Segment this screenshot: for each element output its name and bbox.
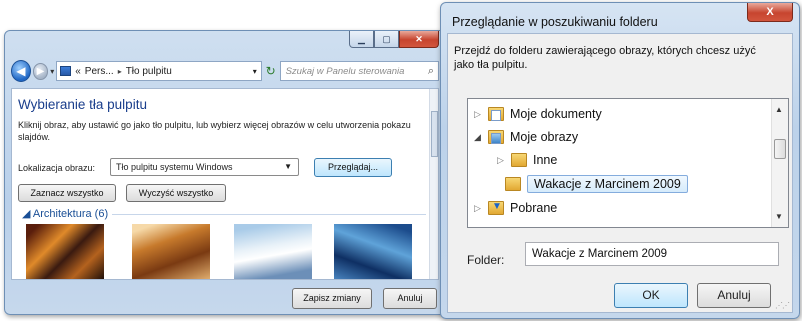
navigation-toolbar: ◀ ▶ ▾ « Pers... ▸ Tło pulpitu ▾ ↻ Szukaj… [11,59,440,83]
back-button[interactable]: ◀ [11,60,31,82]
tree-item-label: Moje obrazy [510,130,579,144]
resize-grip-icon[interactable]: ⋰⋰ [775,301,790,310]
wallpaper-thumbnail[interactable] [132,224,210,279]
save-changes-button[interactable]: Zapisz zmiany [292,288,372,309]
chevron-down-icon: ▼ [284,162,292,171]
page-title: Wybieranie tła pulpitu [18,97,147,112]
breadcrumb-personalization[interactable]: Pers... [85,66,114,77]
search-icon[interactable]: ⌕ [428,65,434,78]
tree-item-label: Pobrane [510,201,558,215]
dialog-cancel-button[interactable]: Anuluj [697,283,771,308]
location-value: Tło pulpitu systemu Windows [116,162,233,172]
collapse-icon[interactable]: ◢ [474,132,486,143]
scroll-down-icon[interactable]: ▼ [775,212,783,221]
recent-pages-dropdown[interactable]: ▾ [50,67,54,76]
location-label: Lokalizacja obrazu: [18,163,96,173]
folder-icon [511,153,527,167]
caption-buttons: ▁ ▢ ✕ [349,31,439,48]
control-panel-icon [60,66,72,76]
page-description: Kliknij obraz, aby ustawić go jako tło p… [18,120,411,142]
group-divider [112,214,426,215]
scroll-up-icon[interactable]: ▲ [775,105,783,114]
tree-scrollbar[interactable]: ▲ ▼ [771,99,788,227]
dialog-body: Przejdź do folderu zawierającego obrazy,… [447,33,793,313]
content-scrollbar[interactable] [429,89,438,279]
wallpaper-thumbnail[interactable] [234,224,312,279]
minimize-button[interactable]: ▁ [349,31,374,48]
cancel-button[interactable]: Anuluj [383,288,437,309]
folder-icon [505,177,521,191]
search-input[interactable]: Szukaj w Panelu sterowania ⌕ [279,61,440,81]
dialog-close-button[interactable]: X [747,3,793,22]
tree-item-documents[interactable]: ▷ Moje dokumenty [474,103,602,125]
clear-all-button[interactable]: Wyczyść wszystko [126,184,226,202]
forward-button[interactable]: ▶ [32,62,49,80]
search-placeholder: Szukaj w Panelu sterowania [285,65,405,77]
dialog-description: Przejdź do folderu zawierającego obrazy,… [454,45,756,71]
dialog-title: Przeglądanie w poszukiwaniu folderu [452,15,658,29]
location-select[interactable]: Tło pulpitu systemu Windows ▼ [110,158,299,176]
tree-item-label: Moje dokumenty [510,107,602,121]
tree-item-label: Inne [533,153,558,167]
folder-input[interactable]: Wakacje z Marcinem 2009 [525,242,779,266]
group-heading[interactable]: ◢ Architektura (6) [22,207,108,220]
content-pane: Wybieranie tła pulpitu Kliknij obraz, ab… [11,88,439,280]
expand-icon[interactable]: ▷ [497,155,509,166]
documents-folder-icon [488,107,504,121]
group-heading-label: Architektura (6) [32,208,109,220]
ok-button[interactable]: OK [614,283,688,308]
tree-item-downloads[interactable]: ▷ Pobrane [474,197,557,219]
tree-item-vacation[interactable]: Wakacje z Marcinem 2009 [503,173,688,195]
wallpaper-thumbnail[interactable] [334,224,412,279]
tree-item-label: Wakacje z Marcinem 2009 [527,175,688,193]
select-all-button[interactable]: Zaznacz wszystko [18,184,116,202]
address-bar[interactable]: « Pers... ▸ Tło pulpitu ▾ [56,61,262,81]
tree-item-other[interactable]: ▷ Inne [497,149,557,171]
address-dropdown-icon[interactable]: ▾ [253,67,261,76]
collapse-icon: ◢ [22,208,33,220]
pictures-folder-icon [488,130,504,144]
expand-icon[interactable]: ▷ [474,203,486,214]
breadcrumb-separator-icon: ▸ [117,66,122,76]
breadcrumb-overflow[interactable]: « [75,66,81,77]
scrollbar-thumb[interactable] [431,111,438,157]
tree-item-pictures[interactable]: ◢ Moje obrazy [474,126,578,148]
maximize-button[interactable]: ▢ [374,31,399,48]
browse-button[interactable]: Przeglądaj... [314,158,392,177]
folder-tree[interactable]: ▷ Moje dokumenty ◢ Moje obrazy ▷ Inne Wa… [467,98,789,228]
wallpaper-thumbnail[interactable] [26,224,104,279]
close-button[interactable]: ✕ [399,31,439,48]
refresh-icon[interactable]: ↻ [262,61,280,81]
scrollbar-thumb[interactable] [774,139,786,159]
expand-icon[interactable]: ▷ [474,109,486,120]
control-panel-window: ▁ ▢ ✕ ◀ ▶ ▾ « Pers... ▸ Tło pulpitu ▾ ↻ … [4,30,446,315]
browse-folder-dialog: Przeglądanie w poszukiwaniu folderu X Pr… [440,2,800,319]
downloads-folder-icon [488,201,504,215]
folder-label: Folder: [467,253,505,267]
breadcrumb-desktop-background[interactable]: Tło pulpitu [126,66,172,77]
